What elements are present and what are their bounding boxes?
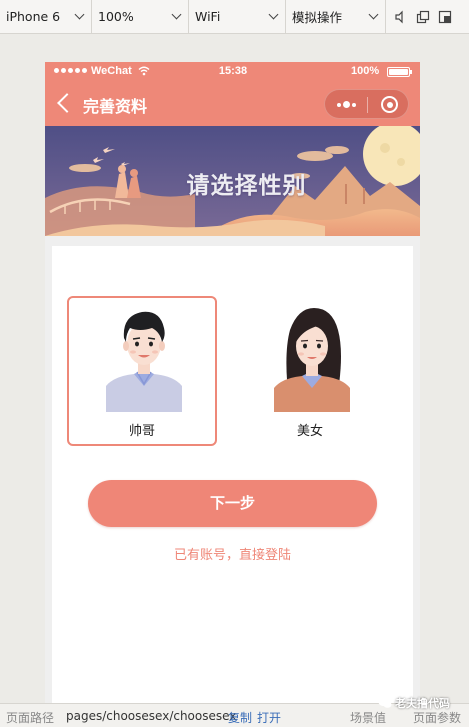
- banner: 请选择性别: [45, 126, 420, 236]
- page-title: 完善资料: [83, 97, 148, 116]
- status-time: 15:38: [218, 65, 248, 77]
- chevron-down-icon: [74, 9, 85, 20]
- phone-simulator: WeChat 15:38 100% 完善资料 请选择性别 帅哥 美女 下一步 已…: [45, 62, 420, 703]
- status-bar: WeChat 15:38 100%: [45, 62, 420, 82]
- banner-title: 请选择性别: [186, 173, 307, 199]
- signal-icon: [54, 68, 87, 73]
- nav-bar: 完善资料: [45, 82, 420, 126]
- login-link[interactable]: 已有账号，直接登陆: [52, 544, 413, 563]
- close-circle-icon[interactable]: [381, 96, 398, 113]
- chevron-down-icon: [171, 9, 182, 20]
- simulate-select-value: 模拟操作: [292, 10, 343, 25]
- chevron-down-icon: [368, 9, 379, 20]
- window-icon[interactable]: [416, 10, 430, 24]
- page-params-tab[interactable]: 页面参数: [413, 709, 461, 726]
- network-select-value: WiFi: [195, 9, 221, 24]
- carrier-name: WeChat: [91, 65, 132, 77]
- more-icon[interactable]: [337, 101, 356, 108]
- gender-label-female: 美女: [296, 424, 323, 439]
- battery-icon: [387, 67, 412, 77]
- copy-link[interactable]: 复制: [228, 709, 252, 726]
- gender-option-female[interactable]: 美女: [235, 296, 385, 446]
- zoom-select-value: 100%: [98, 9, 134, 24]
- devtools-icons: [386, 10, 452, 24]
- devtools-toolbar: iPhone 6 100% WiFi 模拟操作: [0, 0, 469, 34]
- chevron-down-icon: [268, 9, 279, 20]
- battery-percent: 100%: [351, 65, 380, 77]
- open-link[interactable]: 打开: [257, 709, 281, 726]
- device-select[interactable]: iPhone 6: [0, 0, 92, 33]
- gender-option-male[interactable]: 帅哥: [67, 296, 217, 446]
- simulate-select[interactable]: 模拟操作: [286, 0, 386, 33]
- app-header: WeChat 15:38 100% 完善资料: [45, 62, 420, 126]
- female-avatar: [274, 308, 350, 412]
- wechat-logo-icon: [378, 698, 392, 708]
- miniprogram-capsule: [324, 89, 409, 119]
- detach-icon[interactable]: [438, 10, 452, 24]
- watermark-text: 老夫撸代码: [395, 697, 450, 710]
- back-arrow-icon[interactable]: [57, 93, 77, 113]
- page-path-label: 页面路径: [6, 711, 55, 725]
- wifi-icon: [138, 66, 150, 76]
- next-button[interactable]: 下一步: [88, 480, 377, 527]
- network-select[interactable]: WiFi: [189, 0, 286, 33]
- gender-label-male: 帅哥: [128, 424, 155, 439]
- male-avatar: [106, 311, 182, 412]
- page-path-value: pages/choosesex/choosesex: [66, 709, 237, 723]
- speaker-icon[interactable]: [394, 10, 408, 24]
- device-select-value: iPhone 6: [6, 9, 61, 24]
- watermark: 老夫撸代码: [378, 695, 450, 711]
- gender-card: 帅哥 美女 下一步 已有账号，直接登陆: [52, 246, 413, 703]
- capsule-divider: [367, 97, 368, 113]
- zoom-select[interactable]: 100%: [92, 0, 189, 33]
- scene-value-tab[interactable]: 场景值: [350, 709, 386, 726]
